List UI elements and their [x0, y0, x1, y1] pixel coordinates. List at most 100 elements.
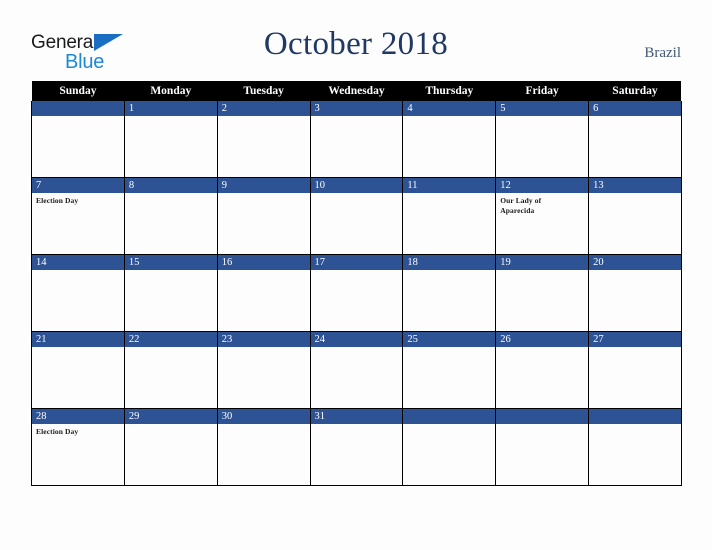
weekday-header-friday: Friday: [495, 81, 589, 101]
day-cell[interactable]: 3: [309, 101, 404, 178]
weekday-header-wednesday: Wednesday: [310, 81, 403, 101]
event-label: Election Day: [36, 427, 79, 436]
day-events: Election Day: [32, 424, 124, 485]
day-cell[interactable]: 5: [495, 101, 590, 178]
day-cell[interactable]: 10: [309, 177, 404, 255]
day-number: 2: [217, 101, 310, 116]
day-events: [32, 116, 124, 177]
day-events: [218, 424, 310, 485]
calendar-container: Sunday Monday Tuesday Wednesday Thursday…: [31, 81, 682, 486]
event-label: Election Day: [36, 196, 79, 205]
day-cell[interactable]: 26: [495, 331, 590, 409]
day-cell[interactable]: 15: [123, 254, 218, 332]
calendar-week-row: 28 Election Day 29 30 31: [31, 408, 682, 486]
day-cell[interactable]: 20: [588, 254, 682, 332]
day-events: [125, 424, 217, 485]
day-cell[interactable]: 8: [123, 177, 218, 255]
day-cell[interactable]: 31: [309, 408, 404, 486]
day-number: 15: [124, 255, 217, 270]
day-number: 21: [32, 332, 124, 347]
day-cell[interactable]: 11: [402, 177, 497, 255]
day-number: [403, 409, 496, 424]
day-number: 1: [124, 101, 217, 116]
day-number: 18: [403, 255, 496, 270]
calendar-table: Sunday Monday Tuesday Wednesday Thursday…: [31, 81, 682, 486]
day-number: 9: [217, 178, 310, 193]
country-label: Brazil: [644, 45, 681, 61]
day-number: 3: [310, 101, 403, 116]
day-number: 10: [310, 178, 403, 193]
day-events: [32, 347, 124, 408]
day-number: 12: [496, 178, 589, 193]
day-number: 14: [32, 255, 124, 270]
day-events: [403, 116, 495, 177]
weekday-header-tuesday: Tuesday: [217, 81, 311, 101]
day-events: [311, 270, 403, 331]
day-number: [496, 409, 589, 424]
calendar-header-row: Sunday Monday Tuesday Wednesday Thursday…: [31, 81, 682, 101]
day-number: [32, 101, 124, 116]
day-cell[interactable]: [402, 408, 497, 486]
day-number: 5: [496, 101, 589, 116]
day-cell[interactable]: 12 Our Lady of Aparecida: [495, 177, 590, 255]
day-cell[interactable]: 25: [402, 331, 497, 409]
day-events: [125, 347, 217, 408]
day-events: [311, 193, 403, 254]
day-cell[interactable]: 27: [588, 331, 682, 409]
day-events: [589, 270, 681, 331]
day-number: 11: [403, 178, 496, 193]
day-cell[interactable]: [495, 408, 590, 486]
day-events: [311, 116, 403, 177]
day-cell[interactable]: [588, 408, 682, 486]
day-events: [589, 116, 681, 177]
day-cell[interactable]: 6: [588, 101, 682, 178]
day-cell[interactable]: 21: [31, 331, 125, 409]
day-cell[interactable]: 23: [216, 331, 311, 409]
day-cell[interactable]: 19: [495, 254, 590, 332]
day-events: [32, 270, 124, 331]
day-cell[interactable]: 24: [309, 331, 404, 409]
day-number: 25: [403, 332, 496, 347]
day-cell[interactable]: 2: [216, 101, 311, 178]
day-cell[interactable]: 22: [123, 331, 218, 409]
day-cell[interactable]: 30: [216, 408, 311, 486]
day-number: 4: [403, 101, 496, 116]
calendar-week-row: 14 15 16 17 18 19 20: [31, 254, 682, 332]
day-cell[interactable]: 7 Election Day: [31, 177, 125, 255]
page-title: October 2018: [263, 26, 449, 62]
day-number: 28: [32, 409, 124, 424]
day-events: [589, 347, 681, 408]
day-cell[interactable]: 1: [123, 101, 218, 178]
day-events: [125, 193, 217, 254]
day-number: 22: [124, 332, 217, 347]
day-number: 23: [217, 332, 310, 347]
day-events: [589, 424, 681, 485]
day-cell[interactable]: 29: [123, 408, 218, 486]
day-number: 19: [496, 255, 589, 270]
day-cell[interactable]: 18: [402, 254, 497, 332]
day-number: 8: [124, 178, 217, 193]
day-cell[interactable]: [31, 101, 125, 178]
day-cell[interactable]: 13: [588, 177, 682, 255]
day-cell[interactable]: 17: [309, 254, 404, 332]
weekday-header-sunday: Sunday: [31, 81, 125, 101]
day-events: [218, 270, 310, 331]
day-events: [403, 193, 495, 254]
day-events: [311, 424, 403, 485]
day-cell[interactable]: 28 Election Day: [31, 408, 125, 486]
day-number: 16: [217, 255, 310, 270]
day-cell[interactable]: 16: [216, 254, 311, 332]
day-events: Election Day: [32, 193, 124, 254]
day-events: [218, 193, 310, 254]
day-cell[interactable]: 4: [402, 101, 497, 178]
page-header: General Blue October 2018 Brazil: [0, 0, 712, 81]
day-events: [311, 347, 403, 408]
day-cell[interactable]: 14: [31, 254, 125, 332]
day-events: [218, 116, 310, 177]
day-cell[interactable]: 9: [216, 177, 311, 255]
day-number: [589, 409, 681, 424]
day-number: 27: [589, 332, 681, 347]
day-events: [403, 347, 495, 408]
day-number: 6: [589, 101, 681, 116]
day-number: 7: [32, 178, 124, 193]
